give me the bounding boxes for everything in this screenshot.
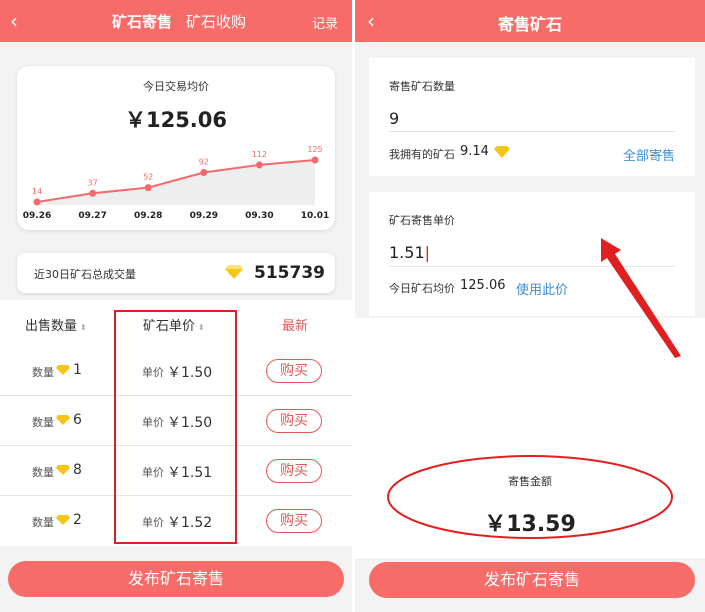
volume-label: 近30日矿石总成交量	[34, 268, 136, 281]
price-trend-chart: 14 37 52 92 112 125 09.26 09.27 09.28 09.29 09.30…	[23, 145, 329, 221]
chart-x-tick-label: 09.30	[245, 211, 273, 221]
annotation-ellipse	[387, 455, 673, 539]
buy-button[interactable]: 购买	[266, 509, 322, 533]
chart-data-label: 112	[252, 150, 267, 159]
annotation-overlay	[387, 238, 681, 539]
volume-card: 近30日矿石总成交量 515739	[17, 253, 335, 293]
chart-point	[200, 168, 208, 176]
chart-point	[144, 184, 152, 192]
sort-icon: ⬍	[80, 323, 87, 332]
chart-point	[311, 156, 319, 164]
chart-point	[255, 161, 263, 169]
col-qty-header[interactable]: 出售数量 ⬍	[25, 315, 87, 334]
chart-point	[33, 198, 41, 206]
chart-x-tick-label: 09.26	[23, 211, 51, 221]
chart-area-fill	[37, 160, 315, 205]
qty-prefix: 数量	[32, 416, 54, 429]
tab-purchase[interactable]: 矿石收购	[186, 11, 246, 32]
col-latest-header[interactable]: 最新	[282, 315, 308, 334]
buy-button[interactable]: 购买	[266, 409, 322, 433]
qty-prefix: 数量	[32, 366, 54, 379]
qty-value: 1	[73, 362, 82, 378]
qty-value: 8	[73, 462, 82, 478]
chart-x-tick-label: 09.28	[134, 211, 162, 221]
chart-x-tick-label: 09.27	[78, 211, 106, 221]
chart-x-tick-label: 10.01	[301, 211, 329, 221]
chart-data-label: 52	[143, 173, 153, 182]
diamond-icon	[56, 415, 70, 425]
chevron-left-icon[interactable]: ‹	[10, 9, 18, 33]
qty-value: 2	[73, 512, 82, 528]
chart-data-label: 37	[88, 178, 98, 187]
qty-prefix: 数量	[32, 516, 54, 529]
chart-point	[89, 189, 97, 197]
records-link[interactable]: 记录	[312, 13, 338, 32]
diamond-icon	[56, 365, 70, 375]
annotation-arrow	[601, 238, 681, 358]
chart-x-tick-label: 09.29	[190, 211, 218, 221]
tab-consign[interactable]: 矿石寄售	[112, 11, 172, 32]
buy-button[interactable]: 购买	[266, 359, 322, 383]
left-screen: ‹ 矿石寄售 矿石收购 记录 今日交易均价 ￥125.06 14 37 52 92 11…	[0, 0, 352, 612]
price-chart-card: 今日交易均价 ￥125.06 14 37 52 92 112 125 09.26 09.27…	[17, 66, 335, 230]
annotation-rectangle	[114, 310, 237, 544]
publish-button[interactable]: 发布矿石寄售	[369, 562, 695, 598]
diamond-icon	[225, 265, 243, 279]
right-screen: ‹ 寄售矿石 寄售矿石数量 9 我拥有的矿石 9.14 全部寄售 矿石寄售单价 …	[355, 0, 705, 612]
diamond-icon	[56, 465, 70, 475]
diamond-icon	[56, 515, 70, 525]
col-qty-label: 出售数量	[25, 319, 78, 334]
left-header: ‹ 矿石寄售 矿石收购 记录	[0, 0, 352, 42]
chart-data-label: 125	[307, 145, 322, 154]
volume-value: 515739	[254, 263, 325, 283]
chart-data-label: 14	[32, 187, 42, 196]
buy-button[interactable]: 购买	[266, 459, 322, 483]
qty-value: 6	[73, 412, 82, 428]
chart-data-label: 92	[199, 157, 209, 166]
publish-button[interactable]: 发布矿石寄售	[8, 561, 344, 597]
qty-prefix: 数量	[32, 466, 54, 479]
